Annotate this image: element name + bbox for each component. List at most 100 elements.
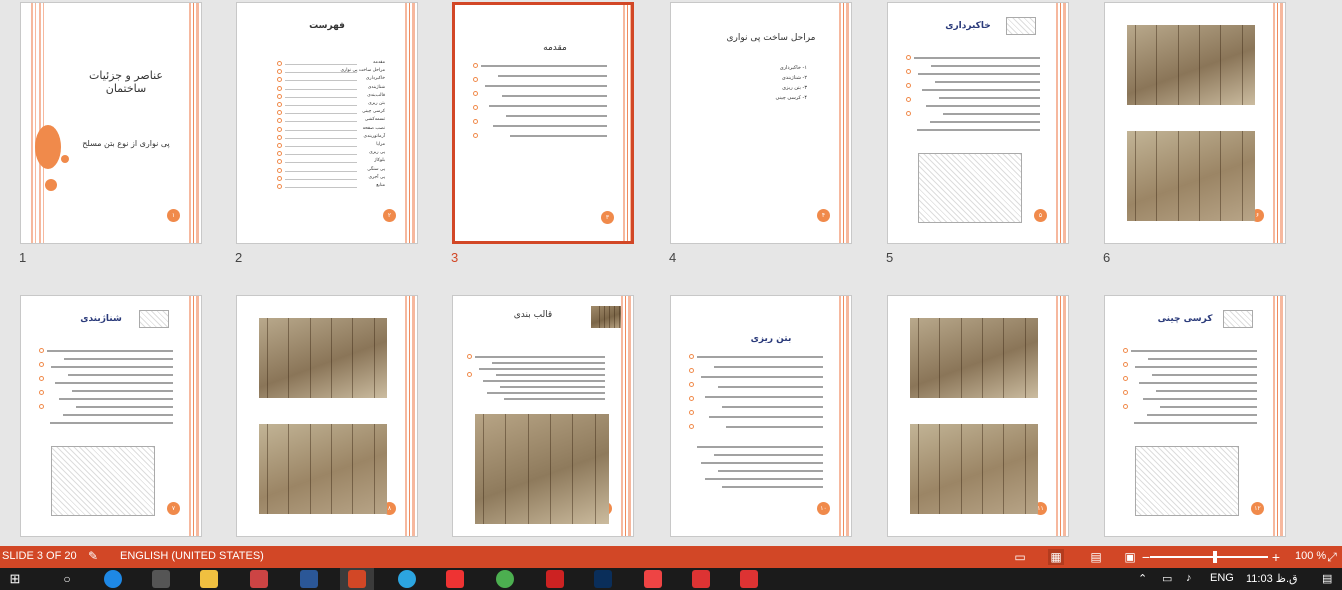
- decor-stripe: [1273, 296, 1275, 536]
- search-icon[interactable]: ○: [58, 570, 76, 588]
- bullet-icon: [39, 404, 44, 409]
- network-icon[interactable]: ▭: [1162, 572, 1172, 585]
- decor-stripe: [843, 296, 844, 536]
- text-line: [701, 376, 823, 378]
- bullet-icon: [1123, 390, 1128, 395]
- dotted-leader: [285, 154, 357, 156]
- app-icon-2[interactable]: [644, 570, 662, 588]
- slide-thumbnail-10[interactable]: ۱۰بتن ریزی10: [669, 295, 852, 546]
- notifications-icon[interactable]: ▤: [1322, 572, 1332, 585]
- dotted-leader: [285, 105, 357, 106]
- slide-thumbnail-1[interactable]: ۱ عناصر و جزئیات ساختمان پی نواری از نوع ب…: [19, 2, 202, 266]
- slide-preview[interactable]: ۶: [1104, 2, 1286, 244]
- slide-preview[interactable]: ۱۲ کرسی چینی: [1104, 295, 1286, 537]
- decor-stripe: [412, 3, 415, 243]
- tray-chevron-icon[interactable]: ⌃: [1138, 572, 1147, 585]
- text-line: [489, 105, 607, 107]
- slide-preview[interactable]: ۹قالب بندی: [452, 295, 634, 537]
- detail-drawing: [1135, 446, 1239, 516]
- store-icon[interactable]: [152, 570, 170, 588]
- text-line: [485, 85, 607, 87]
- text-line: [63, 414, 173, 416]
- bullet-icon: [39, 348, 44, 353]
- slide-preview[interactable]: ۷ شناژبندی: [20, 295, 202, 537]
- app-icon[interactable]: [250, 570, 268, 588]
- slide-preview[interactable]: ۲ فهرست مقدمه مراحل ساخت پی نواری خاکبرداری ش…: [236, 2, 418, 244]
- toc-item: آرماتوربندی: [363, 133, 385, 139]
- slide-indicator[interactable]: SLIDE 3 OF 20: [2, 550, 77, 562]
- slide-thumbnail-3[interactable]: ۳ مقدمه 3: [451, 2, 634, 266]
- slide-preview[interactable]: ۴ مراحل ساخت پی نواری ۱- خاکبرداری ۲- شناژب…: [670, 2, 852, 244]
- slide-preview[interactable]: ۱ عناصر و جزئیات ساختمان پی نواری از نوع ب…: [20, 2, 202, 244]
- telegram-icon[interactable]: [398, 570, 416, 588]
- app-triangle-icon[interactable]: [546, 570, 564, 588]
- slide-sorter[interactable]: ۱ عناصر و جزئیات ساختمان پی نواری از نوع ب…: [0, 0, 1342, 546]
- keyboard-lang[interactable]: ENG: [1210, 572, 1234, 584]
- slide-thumbnail-9[interactable]: ۹قالب بندی9: [451, 295, 634, 546]
- reading-view-icon[interactable]: ▤: [1088, 549, 1104, 565]
- slide-preview[interactable]: ۱۱: [887, 295, 1069, 537]
- text-line: [475, 356, 605, 358]
- text-line: [935, 81, 1040, 83]
- slide-sorter-icon[interactable]: ▦: [1048, 549, 1064, 565]
- slide-thumbnail-8[interactable]: ۸8: [235, 295, 418, 546]
- windows-start-icon[interactable]: ⊞: [6, 570, 24, 588]
- page-number-badge: ۲: [383, 209, 396, 222]
- bullet-icon: [906, 97, 911, 102]
- app-icon-4[interactable]: [740, 570, 758, 588]
- notes-check-icon[interactable]: ✎: [88, 549, 98, 563]
- edge-icon[interactable]: [104, 570, 122, 588]
- slide-number: 5: [886, 250, 894, 265]
- slide-title: کرسی چینی: [1157, 314, 1213, 324]
- text-line: [701, 462, 823, 464]
- slide-title: مقدمه: [543, 43, 567, 53]
- slide-thumbnail-11[interactable]: ۱۱11: [886, 295, 1069, 546]
- slide-preview[interactable]: ۳ مقدمه: [452, 2, 634, 244]
- slide-thumbnail-6[interactable]: ۶6: [1103, 2, 1286, 266]
- zoom-level[interactable]: 100 %: [1295, 550, 1326, 562]
- slideshow-icon[interactable]: ▣: [1122, 549, 1138, 565]
- photoshop-icon[interactable]: [594, 570, 612, 588]
- bullet-icon: [473, 77, 478, 82]
- zoom-in-button[interactable]: +: [1268, 549, 1284, 565]
- decor-stripe: [628, 296, 631, 536]
- bullet-icon: [473, 91, 478, 96]
- slide-thumbnail-5[interactable]: ۵ خاکبرداری 5: [886, 2, 1069, 266]
- normal-view-icon[interactable]: ▭: [1012, 549, 1028, 565]
- powerpoint-icon[interactable]: [348, 570, 366, 588]
- zoom-slider-thumb[interactable]: [1213, 551, 1217, 563]
- file-explorer-icon[interactable]: [200, 570, 218, 588]
- chrome-icon[interactable]: [496, 570, 514, 588]
- slide-preview[interactable]: ۸: [236, 295, 418, 537]
- zoom-slider[interactable]: [1150, 556, 1268, 558]
- text-line: [496, 374, 605, 376]
- slide-thumbnail-2[interactable]: ۲ فهرست مقدمه مراحل ساخت پی نواری خاکبرداری ش…: [235, 2, 418, 266]
- decor-stripe: [1277, 3, 1278, 243]
- app-icon-3[interactable]: [692, 570, 710, 588]
- decor-stripe: [839, 3, 841, 243]
- slide-preview[interactable]: ۵ خاکبرداری: [887, 2, 1069, 244]
- decor-stripe: [1280, 296, 1283, 536]
- slide-preview[interactable]: ۱۰ بتن ریزی: [670, 295, 852, 537]
- slide-thumbnail-12[interactable]: ۱۲کرسی چینی12: [1103, 295, 1286, 546]
- text-line: [718, 386, 823, 388]
- slide-thumbnail-4[interactable]: ۴ مراحل ساخت پی نواری ۱- خاکبرداری ۲- شناژب…: [669, 2, 852, 266]
- fit-slide-icon[interactable]: ⤢: [1324, 549, 1340, 565]
- text-line: [76, 406, 173, 408]
- language-indicator[interactable]: ENGLISH (UNITED STATES): [120, 550, 264, 562]
- pdf-icon[interactable]: [446, 570, 464, 588]
- bullet-icon: [689, 424, 694, 429]
- dotted-leader: [285, 88, 357, 90]
- decor-stripe: [189, 296, 191, 536]
- page-number-badge: ۱۰: [817, 502, 830, 515]
- clock[interactable]: 11:03 ق.ظ: [1246, 572, 1298, 585]
- word-icon[interactable]: [300, 570, 318, 588]
- text-line: [1156, 390, 1257, 392]
- text-line: [926, 105, 1040, 107]
- volume-icon[interactable]: ♪: [1186, 572, 1192, 584]
- text-line: [1134, 422, 1257, 424]
- slide-number: 3: [451, 250, 459, 265]
- dotted-leader: [285, 170, 357, 172]
- slide-thumbnail-7[interactable]: ۷شناژبندی7: [19, 295, 202, 546]
- decor-stripe: [196, 3, 199, 243]
